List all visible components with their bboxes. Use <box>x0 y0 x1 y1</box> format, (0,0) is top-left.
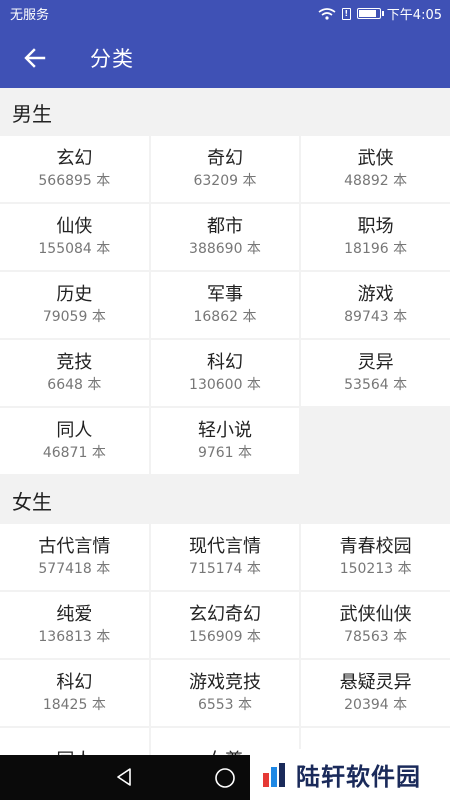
category-grid: 玄幻 566895 本 奇幻 63209 本 武侠 48892 本仙侠 155084 本 都市… <box>0 136 450 474</box>
nav-back-icon[interactable] <box>115 767 135 787</box>
category-count: 53564 本 <box>344 376 408 393</box>
category-grid: 古代言情 577418 本 现代言情 715174 本 青春校园 150213 本纯爱 13… <box>0 524 450 755</box>
category-item[interactable]: 玄幻 566895 本 <box>0 136 149 202</box>
section-header: 女生 <box>0 476 450 524</box>
category-item[interactable]: 武侠 48892 本 <box>301 136 450 202</box>
category-name: 科幻 <box>56 671 93 693</box>
category-name: 游戏 <box>357 283 394 305</box>
carrier-text: 无服务 <box>10 8 50 23</box>
category-name: 奇幻 <box>206 147 243 169</box>
category-count: 6648 本 <box>47 376 102 393</box>
category-name: 武侠仙侠 <box>339 603 412 625</box>
page-title: 分类 <box>90 46 134 71</box>
category-count: 16862 本 <box>193 308 257 325</box>
category-list[interactable]: 男生玄幻 566895 本 奇幻 63209 本 武侠 48892 本仙侠 155084 本… <box>0 88 450 755</box>
category-name: 武侠 <box>357 147 394 169</box>
category-count: 130600 本 <box>189 376 261 393</box>
app-bar: 分类 <box>0 27 450 88</box>
category-count: 136813 本 <box>38 628 111 645</box>
category-item[interactable]: 科幻 130600 本 <box>150 340 300 406</box>
category-name: 纯爱 <box>56 603 93 625</box>
status-icons: ! 下午4:05 <box>318 4 442 23</box>
watermark-text: 陆轩软件园 <box>296 763 421 791</box>
category-item[interactable]: 灵异 53564 本 <box>301 340 450 406</box>
category-item[interactable]: 游戏 89743 本 <box>301 272 450 338</box>
category-count: 79059 本 <box>42 308 106 325</box>
status-bar: 无服务 ! 下午4:05 <box>0 0 450 27</box>
category-count: 46871 本 <box>42 444 106 461</box>
category-item[interactable]: 游戏竞技 6553 本 <box>150 660 300 726</box>
category-count: 566895 本 <box>38 172 111 189</box>
watermark: 陆轩软件园 <box>250 749 450 800</box>
category-name: 军事 <box>206 283 243 305</box>
category-name: 玄幻 <box>56 147 93 169</box>
category-name: 竞技 <box>56 351 93 373</box>
category-item[interactable]: 职场 18196 本 <box>301 204 450 270</box>
category-count: 20394 本 <box>344 696 408 713</box>
category-name: 职场 <box>357 215 394 237</box>
category-item[interactable]: 历史 79059 本 <box>0 272 149 338</box>
section-header: 男生 <box>0 88 450 136</box>
category-count: 89743 本 <box>344 308 408 325</box>
category-name: 仙侠 <box>56 215 93 237</box>
arrow-left-icon <box>24 47 46 68</box>
category-count: 18196 本 <box>344 240 408 257</box>
category-item[interactable]: 竞技 6648 本 <box>0 340 149 406</box>
category-name: 古代言情 <box>38 535 111 557</box>
battery-level <box>358 10 376 17</box>
category-item[interactable]: 奇幻 63209 本 <box>150 136 300 202</box>
category-count: 150213 本 <box>339 560 412 577</box>
category-name: 游戏竞技 <box>188 671 261 693</box>
category-count: 156909 本 <box>189 628 261 645</box>
category-count: 78563 本 <box>344 628 408 645</box>
category-count: 388690 本 <box>189 240 261 257</box>
category-item[interactable]: 科幻 18425 本 <box>0 660 149 726</box>
watermark-logo-icon <box>263 762 285 787</box>
category-name: 同人 <box>56 419 93 441</box>
category-count: 18425 本 <box>42 696 106 713</box>
category-item[interactable]: 军事 16862 本 <box>150 272 300 338</box>
category-item[interactable]: 古代言情 577418 本 <box>0 524 149 590</box>
battery-icon <box>356 8 384 19</box>
category-item[interactable]: 仙侠 155084 本 <box>0 204 149 270</box>
category-item[interactable]: 同人 <box>0 728 149 755</box>
category-name: 现代言情 <box>188 535 261 557</box>
nav-home-icon[interactable] <box>214 767 236 789</box>
clock: 下午4:05 <box>386 8 442 23</box>
category-item[interactable]: 同人 46871 本 <box>0 408 149 474</box>
category-item[interactable]: 轻小说 9761 本 <box>150 408 300 474</box>
category-item[interactable]: 玄幻奇幻 156909 本 <box>150 592 300 658</box>
category-item[interactable]: 现代言情 715174 本 <box>150 524 300 590</box>
category-count: 577418 本 <box>38 560 111 577</box>
sim-alert-icon: ! <box>341 7 351 20</box>
wifi-icon <box>318 7 336 20</box>
category-item[interactable]: 纯爱 136813 本 <box>0 592 149 658</box>
category-name: 青春校园 <box>339 535 412 557</box>
category-count: 6553 本 <box>197 696 253 713</box>
category-count: 155084 本 <box>38 240 111 257</box>
category-name: 玄幻奇幻 <box>188 603 261 625</box>
category-name: 轻小说 <box>197 419 252 441</box>
category-item[interactable]: 都市 388690 本 <box>150 204 300 270</box>
category-name: 科幻 <box>206 351 243 373</box>
category-count: 9761 本 <box>197 444 253 461</box>
back-button[interactable] <box>0 27 70 88</box>
empty-cell <box>301 408 450 474</box>
category-count: 48892 本 <box>344 172 408 189</box>
category-count: 715174 本 <box>189 560 261 577</box>
category-name: 悬疑灵异 <box>339 671 412 693</box>
category-count: 63209 本 <box>193 172 257 189</box>
category-item[interactable]: 武侠仙侠 78563 本 <box>301 592 450 658</box>
category-name: 都市 <box>206 215 243 237</box>
category-item[interactable]: 青春校园 150213 本 <box>301 524 450 590</box>
category-item[interactable]: 悬疑灵异 20394 本 <box>301 660 450 726</box>
category-name: 历史 <box>56 283 93 305</box>
category-name: 灵异 <box>357 351 394 373</box>
